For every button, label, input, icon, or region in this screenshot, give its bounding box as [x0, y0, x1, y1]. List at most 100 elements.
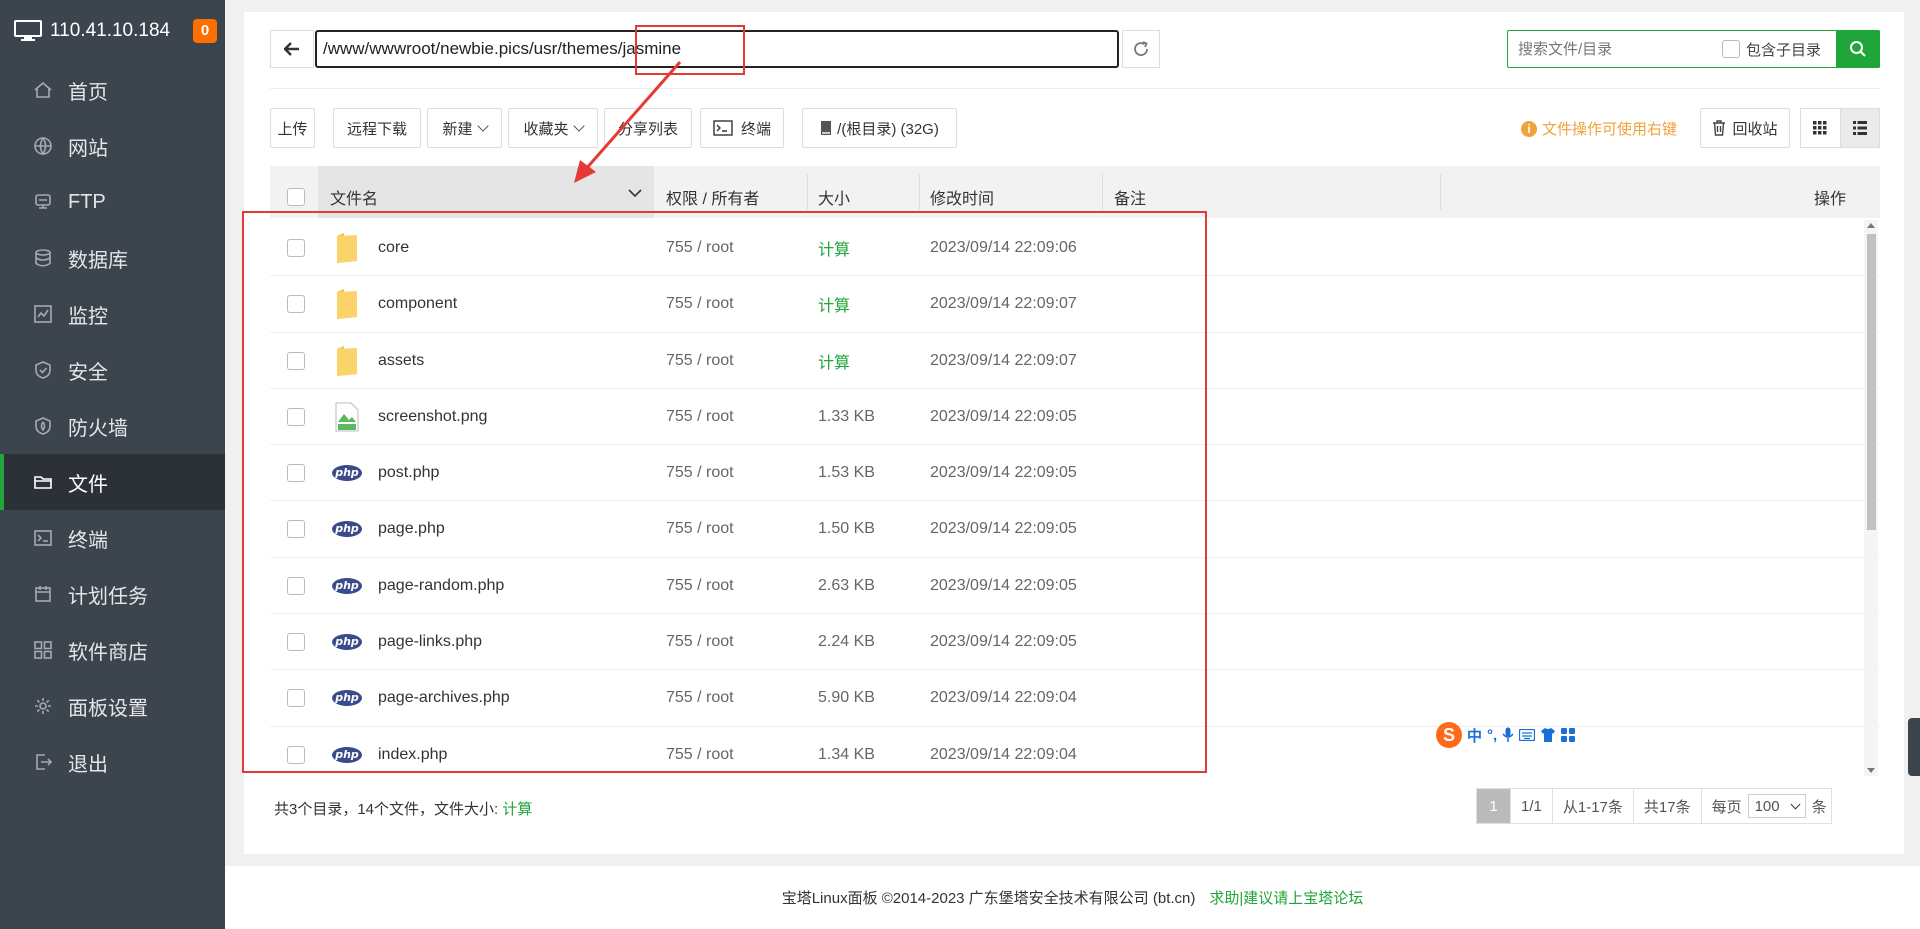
- terminal-icon: [713, 120, 733, 136]
- summary-text: 共3个目录，14个文件，文件大小:: [274, 801, 503, 818]
- toolbox-icon[interactable]: [1561, 728, 1576, 742]
- new-label: 新建: [442, 120, 473, 138]
- disk-label: /(根目录) (32G): [837, 120, 939, 138]
- disk-button[interactable]: /(根目录) (32G): [802, 108, 957, 148]
- gear-icon: [32, 695, 54, 717]
- sidebar-item-5[interactable]: 安全: [0, 342, 225, 398]
- logout-icon: [32, 751, 54, 773]
- chevron-down-icon[interactable]: [628, 189, 642, 198]
- sidebar-item-label: 防火墙: [68, 417, 128, 440]
- checkbox[interactable]: [1722, 40, 1740, 58]
- sidebar: 110.41.10.184 0 首页网站 FTP 数据库监控安全防火墙文件终端计划任…: [0, 0, 225, 929]
- ime-toolbar[interactable]: S 中 °,: [1436, 722, 1576, 748]
- sidebar-item-label: 首页: [68, 81, 108, 104]
- back-button[interactable]: [270, 30, 314, 68]
- remote-download-label: 远程下载: [346, 120, 407, 138]
- copyright-text: 宝塔Linux面板 ©2014-2023 广东堡塔安全技术有限公司 (bt.cn…: [781, 890, 1196, 907]
- include-subdir-label: 包含子目录: [1746, 41, 1822, 59]
- scroll-up-icon[interactable]: [1867, 223, 1875, 228]
- sidebar-item-label: 安全: [68, 361, 108, 384]
- grid-view-button[interactable]: [1801, 109, 1840, 147]
- page-current[interactable]: 1: [1477, 789, 1511, 823]
- upload-button[interactable]: 上传: [270, 108, 315, 148]
- forum-link[interactable]: 求助|建议请上宝塔论坛: [1209, 890, 1363, 907]
- calendar-icon: [32, 583, 54, 605]
- sidebar-item-2[interactable]: FTP: [0, 174, 225, 230]
- divider: [270, 88, 1880, 89]
- page-range: 从1-17条: [1553, 789, 1634, 823]
- sidebar-item-11[interactable]: 面板设置: [0, 678, 225, 734]
- calc-total-size-link[interactable]: 计算: [502, 801, 532, 818]
- per-page-unit: 条: [1811, 798, 1827, 816]
- column-note-label: 备注: [1114, 191, 1147, 208]
- sidebar-nav: 首页网站 FTP 数据库监控安全防火墙文件终端计划任务软件商店面板设置退出: [0, 62, 225, 790]
- sidebar-item-3[interactable]: 数据库: [0, 230, 225, 286]
- info-icon: i: [1521, 120, 1537, 137]
- sidebar-item-12[interactable]: 退出: [0, 734, 225, 790]
- sidebar-item-10[interactable]: 软件商店: [0, 622, 225, 678]
- sidebar-item-label: 监控: [68, 305, 108, 328]
- sidebar-item-0[interactable]: 首页: [0, 62, 225, 118]
- scrollbar[interactable]: [1864, 220, 1878, 776]
- search-input[interactable]: [1508, 32, 1718, 66]
- include-subdir-checkbox[interactable]: 包含子目录: [1722, 39, 1821, 60]
- sidebar-item-label: FTP: [68, 190, 106, 213]
- list-icon: [1852, 121, 1867, 135]
- recycle-bin-button[interactable]: 回收站: [1700, 108, 1790, 148]
- sidebar-item-8[interactable]: 终端: [0, 510, 225, 566]
- monitor-icon: [32, 303, 54, 325]
- column-ops: 操作: [1814, 166, 1846, 218]
- notification-badge[interactable]: 0: [193, 19, 217, 43]
- scrollbar-thumb[interactable]: [1867, 234, 1876, 530]
- sidebar-item-6[interactable]: 防火墙: [0, 398, 225, 454]
- annotation-box-file-list: [242, 211, 1207, 773]
- arrow-left-icon: [284, 42, 299, 56]
- disk-icon: [821, 121, 832, 135]
- share-list-label: 分享列表: [617, 120, 678, 138]
- ime-punct[interactable]: °,: [1487, 727, 1497, 744]
- page-count: 1/1: [1511, 789, 1553, 823]
- sidebar-item-4[interactable]: 监控: [0, 286, 225, 342]
- per-page: 每页 100 条: [1702, 789, 1831, 823]
- home-icon: [32, 79, 54, 101]
- remote-download-button[interactable]: 远程下载: [333, 108, 421, 148]
- microphone-icon[interactable]: [1502, 727, 1514, 743]
- side-widget-tab[interactable]: [1908, 718, 1920, 776]
- upload-label: 上传: [277, 120, 308, 138]
- sidebar-item-label: 文件: [68, 473, 108, 496]
- scroll-down-icon[interactable]: [1867, 768, 1875, 773]
- sidebar-item-label: 退出: [68, 753, 108, 776]
- column-name-label: 文件名: [330, 191, 379, 208]
- chevron-down-icon: [572, 120, 585, 132]
- select-all-checkbox[interactable]: [287, 188, 305, 206]
- folder-icon: [32, 471, 54, 493]
- search-button[interactable]: [1836, 30, 1880, 68]
- share-list-button[interactable]: 分享列表: [604, 108, 692, 148]
- search-icon: [1850, 41, 1866, 57]
- chevron-down-icon: [1790, 799, 1801, 809]
- grid-icon: [1813, 121, 1827, 135]
- terminal-button[interactable]: 终端: [700, 108, 784, 148]
- list-view-button[interactable]: [1839, 109, 1879, 147]
- new-button[interactable]: 新建: [427, 108, 502, 148]
- sidebar-item-1[interactable]: 网站: [0, 118, 225, 174]
- per-page-select[interactable]: 100: [1747, 794, 1806, 818]
- favorites-button[interactable]: 收藏夹: [508, 108, 598, 148]
- refresh-button[interactable]: [1122, 30, 1160, 68]
- server-ip: 110.41.10.184: [50, 20, 171, 41]
- sidebar-item-label: 终端: [68, 529, 108, 552]
- sidebar-item-label: 数据库: [68, 249, 128, 272]
- sidebar-item-label: 软件商店: [68, 641, 148, 664]
- sidebar-item-7[interactable]: 文件: [0, 454, 225, 510]
- ime-lang[interactable]: 中: [1467, 725, 1482, 746]
- column-size-label: 大小: [818, 191, 851, 208]
- view-toggle: [1800, 108, 1880, 148]
- keyboard-icon[interactable]: [1519, 729, 1536, 741]
- skin-icon[interactable]: [1540, 728, 1556, 742]
- refresh-icon: [1134, 41, 1148, 56]
- context-menu-tip: i 文件操作可使用右键: [1521, 118, 1677, 139]
- sidebar-item-9[interactable]: 计划任务: [0, 566, 225, 622]
- column-separator: [919, 174, 920, 210]
- terminal-label: 终端: [740, 120, 771, 138]
- column-separator: [807, 174, 808, 210]
